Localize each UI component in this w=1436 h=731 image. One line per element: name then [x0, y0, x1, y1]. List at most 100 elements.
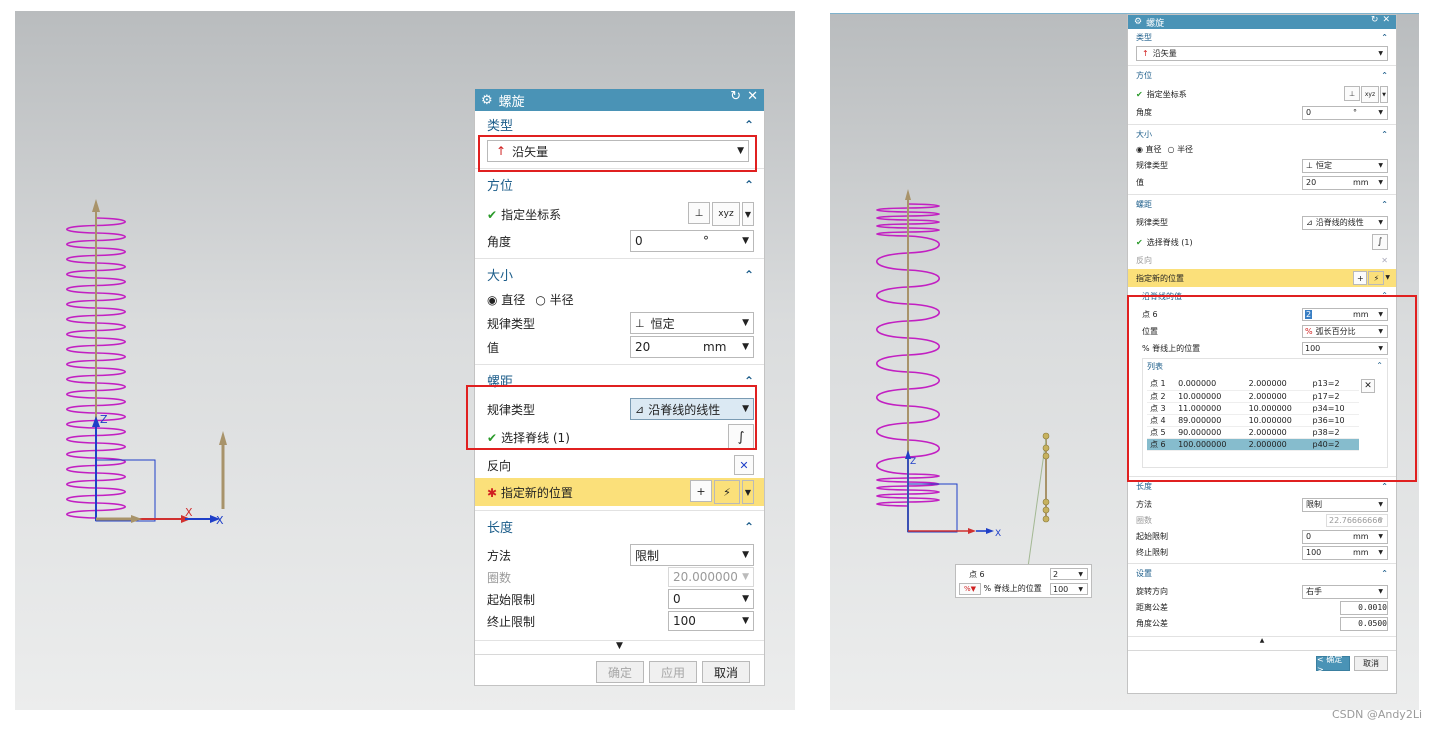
popup-point-value: 2: [1053, 569, 1059, 579]
add-point-icon[interactable]: +: [690, 480, 712, 502]
end-label: 终止限制: [487, 614, 536, 629]
type-section-header[interactable]: 类型 ⌃: [487, 115, 754, 135]
orient-section-header[interactable]: 方位 ⌃: [487, 175, 754, 195]
expand-more-icon[interactable]: ▼: [475, 640, 764, 654]
cancel-button[interactable]: 取消: [702, 661, 750, 683]
size-law-dropdown[interactable]: ⊥ 恒定 ▼: [1302, 158, 1388, 173]
popup-point-field[interactable]: 2 ▼: [1050, 568, 1088, 580]
pitch-law-dropdown[interactable]: ⊿ 沿脊线的线性 ▼: [1302, 215, 1388, 230]
collapse-more-icon[interactable]: ▲: [1128, 636, 1396, 646]
ang-tol-field[interactable]: 0.0500: [1340, 616, 1388, 631]
section-title: 方位: [1136, 71, 1152, 80]
radius-radio[interactable]: ○ 半径: [535, 291, 573, 308]
point-dialog-icon[interactable]: ⚡: [714, 480, 740, 504]
dialog-title: 螺旋: [498, 94, 525, 110]
size-value: 20: [1306, 178, 1317, 187]
pitch-section-header[interactable]: 螺距 ⌃: [1136, 199, 1388, 210]
law-label: 规律类型: [1136, 161, 1168, 170]
angle-field[interactable]: 0 ° ▼: [630, 230, 754, 252]
collapse-icon[interactable]: ⌃: [744, 118, 754, 132]
law-value: 沿脊线的线性: [1315, 218, 1364, 227]
reverse-direction-icon[interactable]: ✕: [734, 455, 754, 475]
length-section-header[interactable]: 长度 ⌃: [487, 517, 754, 537]
method-label: 方法: [1136, 500, 1152, 509]
section-title: 长度: [487, 521, 514, 536]
end-unit: mm: [1353, 548, 1369, 557]
reverse-direction-icon[interactable]: ✕: [1381, 256, 1388, 265]
ok-button[interactable]: < 确定 >: [1316, 655, 1350, 674]
start-value: 0: [673, 592, 681, 606]
diameter-radio[interactable]: ◉ 直径: [1136, 144, 1162, 155]
gear-icon: ⚙: [481, 92, 493, 108]
law-value: 恒定: [650, 316, 675, 331]
reset-icon[interactable]: ↻: [1371, 15, 1379, 25]
size-value-field[interactable]: 20 mm ▼: [630, 336, 754, 358]
size-section-header[interactable]: 大小 ⌃: [487, 265, 754, 285]
close-icon[interactable]: ✕: [1382, 15, 1390, 25]
point-dialog-icon[interactable]: ⚡: [1368, 271, 1385, 285]
newpos-label: 指定新的位置: [1136, 273, 1184, 283]
start-unit: mm: [1353, 532, 1369, 541]
select-curve-icon[interactable]: ∫: [1372, 234, 1388, 250]
settings-section-header[interactable]: 设置 ⌃: [1136, 568, 1388, 579]
new-position-row[interactable]: 指定新的位置 + ⚡ ▼: [1128, 269, 1396, 287]
orient-section-header[interactable]: 方位 ⌃: [1136, 70, 1388, 81]
csys-label: 指定坐标系: [501, 207, 562, 222]
method-value: 限制: [635, 548, 660, 563]
start-label: 起始限制: [1136, 532, 1168, 541]
csys-label: 指定坐标系: [1146, 90, 1187, 99]
ok-button[interactable]: 确定: [596, 661, 644, 683]
type-dropdown[interactable]: ↑ 沿矢量 ▼: [1136, 46, 1388, 61]
dist-tol-field[interactable]: 0.0010: [1340, 600, 1388, 615]
end-field[interactable]: 100 ▼: [668, 611, 754, 631]
csys-icon[interactable]: xyz: [1361, 86, 1379, 103]
length-section-header[interactable]: 长度 ⌃: [1136, 481, 1388, 492]
dialog-title-bar[interactable]: ⚙ 螺旋 ↻ ✕: [1128, 15, 1396, 29]
axis-label-z: Z: [100, 413, 108, 426]
start-value: 0: [1306, 532, 1312, 541]
rotation-dropdown[interactable]: 右手 ▼: [1302, 584, 1388, 599]
reset-icon[interactable]: ↻: [730, 89, 741, 104]
size-section-header[interactable]: 大小 ⌃: [1136, 129, 1388, 140]
csys-menu-icon[interactable]: ▼: [742, 202, 754, 226]
highlight-box-pitch: [466, 385, 757, 450]
check-icon: ✔: [487, 207, 498, 222]
apply-button[interactable]: 应用: [649, 661, 697, 683]
section-title: 设置: [1136, 569, 1152, 578]
csys-icon[interactable]: xyz: [712, 202, 740, 226]
type-value: 沿矢量: [1152, 49, 1177, 58]
csys-dialog-icon[interactable]: ⊥: [1344, 86, 1360, 101]
end-field[interactable]: 100 mm ▼: [1302, 545, 1388, 560]
popup-pct-field[interactable]: 100 ▼: [1050, 583, 1088, 595]
axis-label-z: Z: [910, 457, 916, 467]
csys-menu-icon[interactable]: ▼: [1380, 86, 1388, 103]
start-field[interactable]: 0 ▼: [668, 589, 754, 609]
section-title: 长度: [1136, 482, 1152, 491]
size-value-field[interactable]: 20 mm ▼: [1302, 175, 1388, 190]
credit-text: CSDN @Andy2Li: [1331, 708, 1422, 721]
radius-radio[interactable]: ○ 半径: [1168, 144, 1194, 155]
size-law-dropdown[interactable]: ⊥ 恒定 ▼: [630, 312, 754, 334]
angle-field[interactable]: 0 ° ▼: [1302, 105, 1388, 120]
csys-dialog-icon[interactable]: ⊥: [688, 202, 710, 224]
dialog-title-bar[interactable]: ⚙ 螺旋 ↻ ✕: [475, 89, 764, 111]
type-section-header[interactable]: 类型 ⌃: [1136, 32, 1388, 43]
add-point-icon[interactable]: +: [1353, 271, 1368, 285]
value-label: 值: [487, 340, 500, 355]
radio-label: 半径: [549, 292, 574, 307]
position-type-icon[interactable]: %▼: [959, 583, 981, 595]
section-title: 类型: [487, 119, 514, 134]
popup-pct-label: % 脊线上的位置: [983, 584, 1042, 593]
diameter-radio[interactable]: ◉ 直径: [487, 291, 525, 308]
method-dropdown[interactable]: 限制 ▼: [630, 544, 754, 566]
point-menu-icon[interactable]: ▼: [742, 480, 754, 504]
new-position-row[interactable]: ✱ 指定新的位置 + ⚡ ▼: [475, 478, 764, 506]
angle-label: 角度: [1136, 108, 1152, 117]
point-popup: 点 6 2 ▼ %▼ % 脊线上的位置 100 ▼: [955, 564, 1092, 598]
close-icon[interactable]: ✕: [747, 89, 758, 104]
required-icon: ✱: [487, 485, 498, 500]
axis-label-x: X: [216, 514, 224, 527]
cancel-button[interactable]: 取消: [1354, 656, 1388, 671]
method-dropdown[interactable]: 限制 ▼: [1302, 497, 1388, 512]
start-field[interactable]: 0 mm ▼: [1302, 529, 1388, 544]
